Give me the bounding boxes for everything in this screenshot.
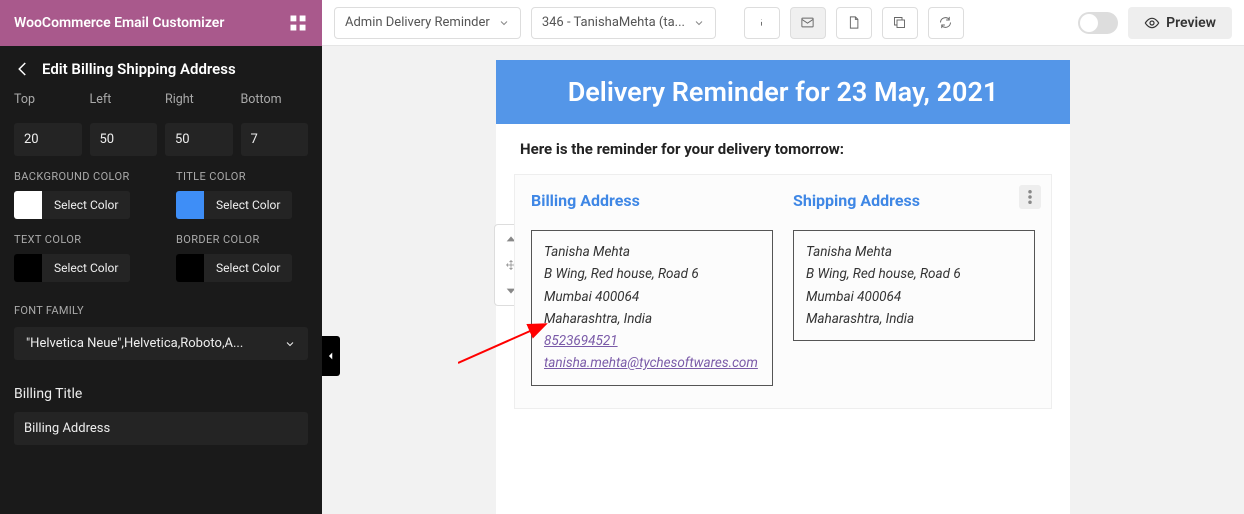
canvas: Delivery Reminder for 23 May, 2021 Here … bbox=[322, 46, 1244, 514]
billing-name: Tanisha Mehta bbox=[544, 241, 760, 263]
template-select-value: Admin Delivery Reminder bbox=[345, 15, 490, 30]
copy-button[interactable] bbox=[882, 7, 918, 39]
padding-left-input[interactable] bbox=[90, 123, 158, 156]
swatch-blue bbox=[176, 191, 204, 219]
billing-title-input[interactable] bbox=[14, 412, 308, 445]
eye-icon bbox=[1144, 15, 1160, 31]
title-color-picker[interactable]: Select Color bbox=[176, 191, 292, 219]
dots-vertical-icon bbox=[1028, 190, 1032, 204]
app-title: WooCommerce Email Customizer bbox=[14, 15, 224, 31]
shipping-address-title: Shipping Address bbox=[793, 191, 1035, 210]
bg-select-color-button[interactable]: Select Color bbox=[42, 191, 130, 219]
template-select[interactable]: Admin Delivery Reminder bbox=[334, 7, 521, 39]
label-bottom: Bottom bbox=[241, 92, 309, 107]
padding-top-input[interactable] bbox=[14, 123, 82, 156]
shipping-address-box: Tanisha Mehta B Wing, Red house, Road 6 … bbox=[793, 230, 1035, 341]
shipping-line1: B Wing, Red house, Road 6 bbox=[806, 263, 1022, 285]
text-select-color-button[interactable]: Select Color bbox=[42, 254, 130, 282]
email-button[interactable] bbox=[790, 7, 826, 39]
padding-bottom-input[interactable] bbox=[241, 123, 309, 156]
title-select-color-button[interactable]: Select Color bbox=[204, 191, 292, 219]
billing-line3: Maharashtra, India bbox=[544, 308, 760, 330]
email-body[interactable]: Billing Address Tanisha Mehta B Wing, Re… bbox=[514, 174, 1052, 409]
swatch-black bbox=[14, 254, 42, 282]
border-color-label: BORDER COLOR bbox=[176, 233, 308, 246]
document-icon bbox=[846, 15, 861, 30]
mode-toggle[interactable] bbox=[1078, 12, 1118, 34]
controls: Top Left Right Bottom BACKGROUND COLOR S… bbox=[0, 92, 322, 459]
chevron-down-icon bbox=[693, 17, 705, 29]
chevron-down-icon bbox=[284, 338, 296, 350]
document-button[interactable] bbox=[836, 7, 872, 39]
main-area: Admin Delivery Reminder 346 - TanishaMeh… bbox=[322, 0, 1244, 514]
refresh-icon bbox=[938, 15, 953, 30]
panel-title-row: Edit Billing Shipping Address bbox=[0, 46, 322, 92]
text-color-picker[interactable]: Select Color bbox=[14, 254, 130, 282]
billing-line1: B Wing, Red house, Road 6 bbox=[544, 263, 760, 285]
bg-color-label: BACKGROUND COLOR bbox=[14, 170, 146, 183]
back-arrow-icon[interactable] bbox=[14, 60, 32, 78]
font-family-dropdown[interactable]: "Helvetica Neue",Helvetica,Roboto,A... bbox=[14, 327, 308, 360]
text-color-label: TEXT COLOR bbox=[14, 233, 146, 246]
shipping-name: Tanisha Mehta bbox=[806, 241, 1022, 263]
title-color-label: TITLE COLOR bbox=[176, 170, 308, 183]
mail-icon bbox=[800, 15, 815, 30]
email-preview: Delivery Reminder for 23 May, 2021 Here … bbox=[496, 60, 1070, 514]
billing-title-label: Billing Title bbox=[14, 386, 308, 402]
email-header: Delivery Reminder for 23 May, 2021 bbox=[496, 60, 1070, 124]
sidebar-collapse-handle[interactable] bbox=[322, 336, 340, 376]
border-select-color-button[interactable]: Select Color bbox=[204, 254, 292, 282]
chevron-left-icon bbox=[326, 351, 336, 361]
block-options-button[interactable] bbox=[1019, 185, 1041, 209]
grid-icon[interactable] bbox=[288, 13, 308, 33]
order-select[interactable]: 346 - TanishaMehta (ta... bbox=[531, 7, 716, 39]
info-button[interactable] bbox=[744, 7, 780, 39]
order-select-value: 346 - TanishaMehta (ta... bbox=[542, 15, 685, 30]
billing-email-link[interactable]: tanisha.mehta@tychesoftwares.com bbox=[544, 355, 758, 371]
shipping-line2: Mumbai 400064 bbox=[806, 286, 1022, 308]
copy-icon bbox=[892, 15, 907, 30]
swatch-black-2 bbox=[176, 254, 204, 282]
info-icon bbox=[754, 15, 769, 30]
panel-title: Edit Billing Shipping Address bbox=[42, 60, 236, 78]
sidebar-header: WooCommerce Email Customizer bbox=[0, 0, 322, 46]
font-family-label: FONT FAMILY bbox=[14, 304, 308, 317]
font-family-value: "Helvetica Neue",Helvetica,Roboto,A... bbox=[26, 336, 243, 351]
shipping-line3: Maharashtra, India bbox=[806, 308, 1022, 330]
label-right: Right bbox=[165, 92, 233, 107]
bg-color-picker[interactable]: Select Color bbox=[14, 191, 130, 219]
billing-line2: Mumbai 400064 bbox=[544, 286, 760, 308]
label-top: Top bbox=[14, 92, 82, 107]
chevron-down-icon bbox=[498, 17, 510, 29]
billing-address-box: Tanisha Mehta B Wing, Red house, Road 6 … bbox=[531, 230, 773, 386]
preview-label: Preview bbox=[1166, 15, 1216, 31]
refresh-button[interactable] bbox=[928, 7, 964, 39]
label-left: Left bbox=[90, 92, 158, 107]
email-subheading: Here is the reminder for your delivery t… bbox=[496, 124, 1070, 174]
annotation-arrow-icon bbox=[458, 318, 558, 368]
preview-button[interactable]: Preview bbox=[1128, 7, 1232, 39]
sidebar: WooCommerce Email Customizer Edit Billin… bbox=[0, 0, 322, 514]
billing-address-title: Billing Address bbox=[531, 191, 773, 210]
padding-right-input[interactable] bbox=[165, 123, 233, 156]
topbar: Admin Delivery Reminder 346 - TanishaMeh… bbox=[322, 0, 1244, 46]
border-color-picker[interactable]: Select Color bbox=[176, 254, 292, 282]
swatch-white bbox=[14, 191, 42, 219]
